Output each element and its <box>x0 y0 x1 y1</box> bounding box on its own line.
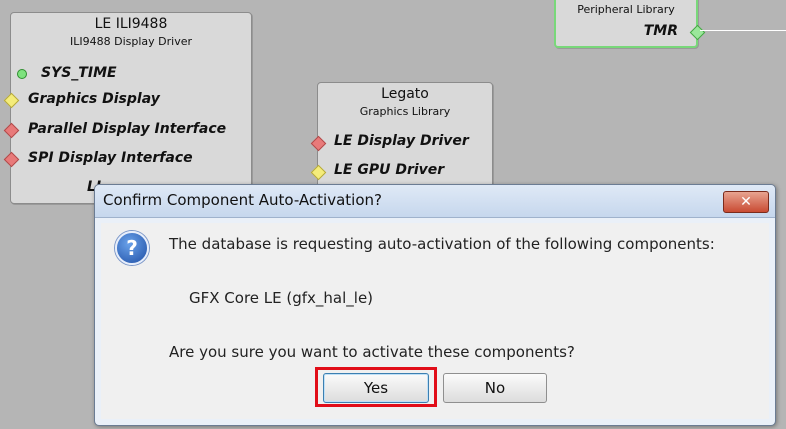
node-subtitle: ILI9488 Display Driver <box>70 35 192 48</box>
dialog-body: ? The database is requesting auto-activa… <box>101 223 769 419</box>
question-icon: ? <box>115 231 149 265</box>
dialog-titlebar[interactable]: Confirm Component Auto-Activation? ✕ <box>95 185 775 218</box>
node-title: LE ILI9488 <box>94 16 168 32</box>
node-title: Legato <box>381 86 429 102</box>
confirm-dialog: Confirm Component Auto-Activation? ✕ ? T… <box>94 184 776 426</box>
port-spi-display-interface[interactable]: SPI Display Interface <box>28 150 193 166</box>
node-subtitle: Peripheral Library <box>577 3 675 16</box>
node-legato[interactable]: Legato Graphics Library LE Display Drive… <box>310 82 493 194</box>
port-connector-icon[interactable] <box>17 69 27 79</box>
component-name: GFX Core LE (gfx_hal_le) <box>189 289 374 307</box>
port-le-display-driver[interactable]: LE Display Driver <box>334 133 469 149</box>
port-tmr[interactable]: TMR <box>644 23 678 39</box>
node-subtitle: Graphics Library <box>359 105 451 118</box>
component-canvas[interactable]: LE ILI9488 ILI9488 Display Driver SYS_TI… <box>0 0 786 429</box>
port-connector-icon[interactable] <box>3 122 20 139</box>
connection-wire <box>700 30 786 31</box>
no-button[interactable]: No <box>443 373 547 403</box>
port-connector-icon[interactable] <box>310 135 327 152</box>
dialog-message: The database is requesting auto-activati… <box>169 235 715 253</box>
close-button[interactable]: ✕ <box>723 191 769 213</box>
node-tmr[interactable]: Peripheral Library TMR <box>554 0 706 48</box>
dialog-question: Are you sure you want to activate these … <box>169 343 575 361</box>
port-connector-icon[interactable] <box>3 151 20 168</box>
dialog-title: Confirm Component Auto-Activation? <box>103 191 382 209</box>
port-connector-icon[interactable] <box>310 164 327 181</box>
port-parallel-display-interface[interactable]: Parallel Display Interface <box>28 121 226 137</box>
port-le-gpu-driver[interactable]: LE GPU Driver <box>334 162 444 178</box>
port-connector-icon[interactable] <box>689 24 706 41</box>
node-le-ili9488[interactable]: LE ILI9488 ILI9488 Display Driver SYS_TI… <box>3 12 252 204</box>
port-connector-icon[interactable] <box>3 92 20 109</box>
port-sys-time[interactable]: SYS_TIME <box>41 65 117 81</box>
yes-button[interactable]: Yes <box>323 373 429 403</box>
port-graphics-display[interactable]: Graphics Display <box>28 91 160 107</box>
